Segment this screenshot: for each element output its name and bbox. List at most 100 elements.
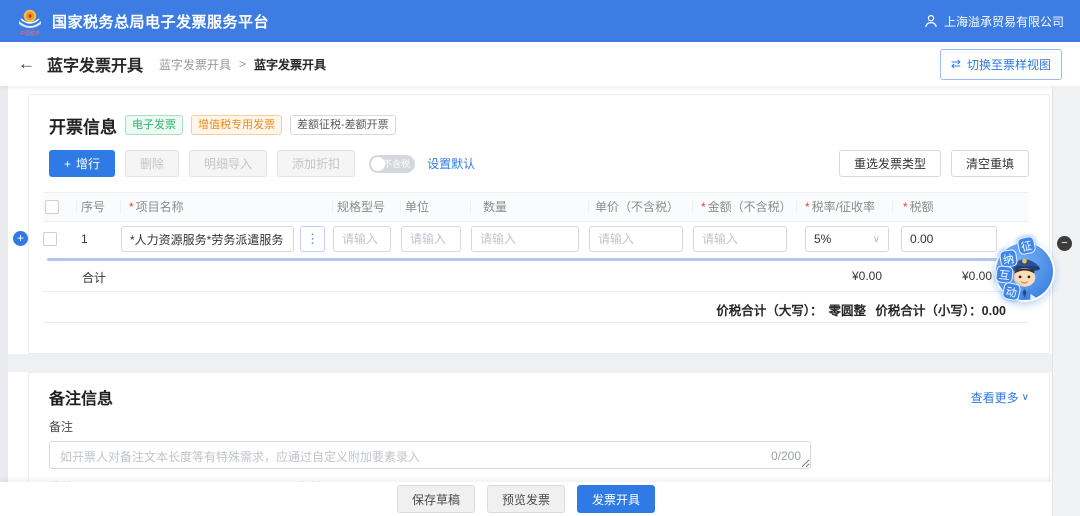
vertical-scrollbar[interactable] <box>1052 86 1080 516</box>
chevron-down-icon: ∨ <box>873 234 880 245</box>
header-spec: 规格型号 <box>333 200 401 214</box>
invoice-section-title: 开票信息 <box>49 113 117 138</box>
sum-in-figures: 价税合计（小写）：0.00 <box>875 300 1006 319</box>
remark-field-wrap: 0/200 <box>49 441 811 469</box>
row-index-cell: 1 <box>77 232 121 246</box>
tag-difference-levy: 差额征税-差额开票 <box>290 115 396 135</box>
quantity-input[interactable] <box>471 226 579 252</box>
breadcrumb: 蓝字发票开具 > 蓝字发票开具 <box>159 56 326 73</box>
total-row: 合计 ¥0.00 ¥0.00 <box>43 261 1029 292</box>
row-checkbox[interactable] <box>43 232 57 246</box>
clear-refill-button[interactable]: 清空重填 <box>951 150 1029 177</box>
tax-rate-cell: 5% ∨ <box>797 226 893 252</box>
topbar: 中国税务 国家税务总局电子发票服务平台 上海溢承贸易有限公司 <box>0 0 1080 42</box>
add-row-button[interactable]: + 增行 <box>49 150 115 177</box>
assistant-char-hu[interactable]: 互 <box>995 265 1014 284</box>
select-all-checkbox[interactable] <box>45 200 59 214</box>
select-all-cell <box>43 200 77 214</box>
header-index: 序号 <box>77 200 121 214</box>
sum-in-words: 价税合计（大写）：零圆整 <box>716 300 866 319</box>
invoice-info-inner: 开票信息 电子发票 增值税专用发票 差额征税-差额开票 + 增行 删除 明细导入… <box>29 95 1049 323</box>
tax-included-toggle[interactable]: 不含税 <box>369 155 415 173</box>
item-name-cell: ⋮ <box>121 226 333 252</box>
tag-vat-special-invoice: 增值税专用发票 <box>191 115 282 135</box>
remarks-title: 备注信息 <box>49 385 113 409</box>
toggle-label: 不含税 <box>383 158 410 170</box>
header-amount: *金额（不含税） <box>693 200 797 214</box>
page-header: ← 蓝字发票开具 蓝字发票开具 > 蓝字发票开具 ⇄ 切换至票样视图 <box>0 42 1080 86</box>
unit-price-cell <box>589 226 693 252</box>
insert-row-icon[interactable]: + <box>13 231 28 246</box>
action-footer: 保存草稿 预览发票 发票开具 <box>0 482 1052 516</box>
more-options-icon[interactable]: ⋮ <box>300 226 325 252</box>
header-quantity: 数量 <box>471 200 589 214</box>
switch-view-label: 切换至票样视图 <box>967 56 1051 73</box>
logo-caption: 中国税务 <box>20 30 40 37</box>
tax-emblem-icon: 中国税务 <box>16 4 44 38</box>
table-header-row: 序号 *项目名称 规格型号 单位 数量 单价（不含税） *金额（不含税） *税率… <box>43 192 1029 222</box>
chevron-down-icon: ∨ <box>1022 392 1029 403</box>
items-table: 序号 *项目名称 规格型号 单位 数量 单价（不含税） *金额（不含税） *税率… <box>43 192 1029 323</box>
spec-cell <box>333 226 401 252</box>
page-title: 蓝字发票开具 <box>47 52 143 76</box>
tag-electronic-invoice: 电子发票 <box>125 115 183 135</box>
header-tax-amount: *税额 <box>893 200 1029 214</box>
total-label: 合计 <box>82 269 106 286</box>
char-counter: 0/200 <box>771 449 801 463</box>
header-unit-price: 单价（不含税） <box>589 200 693 214</box>
plus-icon: + <box>64 157 71 171</box>
company-name: 上海溢承贸易有限公司 <box>944 13 1064 30</box>
header-tax-rate: *税率/征收率 <box>797 200 893 214</box>
remark-label: 备注 <box>49 418 1029 435</box>
add-discount-button[interactable]: 添加折扣 <box>277 150 355 177</box>
issue-invoice-button[interactable]: 发票开具 <box>577 485 655 513</box>
detail-import-button[interactable]: 明细导入 <box>189 150 267 177</box>
quantity-cell <box>471 226 589 252</box>
preview-invoice-button[interactable]: 预览发票 <box>487 485 565 513</box>
view-more-link[interactable]: 查看更多 ∨ <box>971 389 1029 406</box>
row-select-cell <box>43 232 77 246</box>
row-index: 1 <box>77 232 88 246</box>
item-row: + 1 ⋮ 5% ∨ <box>43 222 1029 256</box>
toolbar-right: 重选发票类型 清空重填 <box>839 150 1029 177</box>
left-edge-strip <box>0 86 8 516</box>
breadcrumb-parent[interactable]: 蓝字发票开具 <box>159 56 231 73</box>
platform-title: 国家税务总局电子发票服务平台 <box>52 11 269 32</box>
invoice-info-card: 开票信息 电子发票 增值税专用发票 差额征税-差额开票 + 增行 删除 明细导入… <box>28 94 1050 354</box>
breadcrumb-separator: > <box>239 57 246 71</box>
header-item-name: *项目名称 <box>121 200 333 214</box>
tax-rate-select[interactable]: 5% ∨ <box>805 226 889 252</box>
spec-input[interactable] <box>333 226 391 252</box>
minimize-icon[interactable]: − <box>1057 236 1072 251</box>
account-menu[interactable]: 上海溢承贸易有限公司 <box>924 13 1064 30</box>
tax-rate-value: 5% <box>814 232 831 246</box>
unit-cell <box>401 226 471 252</box>
save-draft-button[interactable]: 保存草稿 <box>397 485 475 513</box>
brand: 中国税务 国家税务总局电子发票服务平台 <box>16 4 269 38</box>
switch-view-icon: ⇄ <box>951 57 961 71</box>
remark-textarea[interactable] <box>49 441 811 469</box>
invoice-section-head: 开票信息 电子发票 增值税专用发票 差额征税-差额开票 <box>49 113 1029 137</box>
delete-button[interactable]: 删除 <box>125 150 179 177</box>
total-amount-value: ¥0.00 <box>852 269 882 283</box>
set-default-link[interactable]: 设置默认 <box>427 155 475 172</box>
unit-price-input[interactable] <box>589 226 683 252</box>
user-icon <box>924 14 938 28</box>
switch-view-button[interactable]: ⇄ 切换至票样视图 <box>940 49 1062 80</box>
unit-input[interactable] <box>401 226 461 252</box>
tax-amount-input[interactable] <box>901 226 997 252</box>
remarks-head: 备注信息 查看更多 ∨ <box>49 385 1029 409</box>
section-separator <box>8 354 1052 372</box>
reselect-invoice-type-button[interactable]: 重选发票类型 <box>839 150 941 177</box>
amount-input[interactable] <box>693 226 787 252</box>
header-unit: 单位 <box>401 200 471 214</box>
breadcrumb-current: 蓝字发票开具 <box>254 56 326 73</box>
app-root: 中国税务 国家税务总局电子发票服务平台 上海溢承贸易有限公司 ← 蓝字发票开具 … <box>0 0 1080 516</box>
amount-cell <box>693 226 797 252</box>
total-tax-value: ¥0.00 <box>962 269 992 283</box>
item-name-input[interactable] <box>121 226 294 252</box>
invoice-toolbar: + 增行 删除 明细导入 添加折扣 不含税 设置默认 重选发票类型 清空重填 <box>49 150 1029 177</box>
back-arrow-icon[interactable]: ← <box>18 54 35 74</box>
add-row-label: 增行 <box>76 155 100 172</box>
sum-row: 价税合计（大写）：零圆整 价税合计（小写）：0.00 <box>43 292 1029 323</box>
